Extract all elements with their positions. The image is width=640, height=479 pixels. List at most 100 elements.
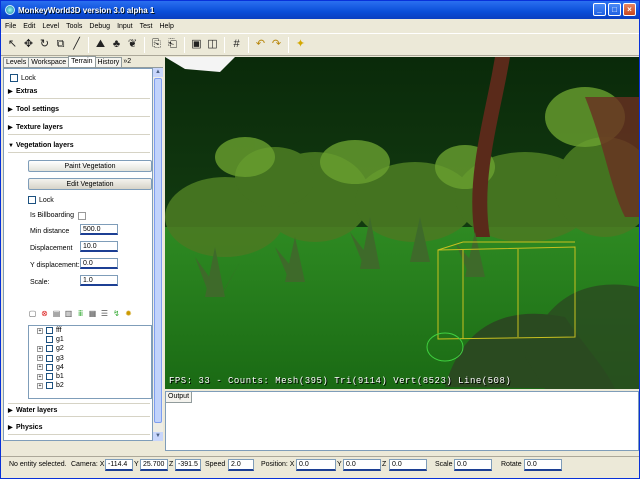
tree-item-checkbox[interactable] [46,354,53,362]
minimize-button[interactable]: _ [593,3,606,16]
section-vegetation-layers-label: Vegetation layers [16,142,74,149]
tab-output[interactable]: Output [166,392,192,403]
vegetation-icon[interactable]: ❦ [125,37,140,52]
tree-item[interactable]: + g3 [29,354,151,363]
tab-overflow[interactable]: »2 [121,57,133,67]
grid-icon[interactable]: # [229,37,244,52]
section-extras[interactable]: ▶ Extras [8,85,150,99]
title-bar[interactable]: MonkeyWorld3D version 3.0 alpha 1 _ □ × [1,1,639,19]
light-icon[interactable]: ✹ [124,309,133,318]
section-tool-settings[interactable]: ▶ Tool settings [8,103,150,117]
tree-item[interactable]: + b1 [29,372,151,381]
tree-item-checkbox[interactable] [46,327,53,335]
view-alt-icon[interactable]: ◫ [205,37,220,52]
select-icon[interactable]: ↖ [5,37,20,52]
scale-input[interactable]: 1.0 [80,275,118,286]
tree-item-checkbox[interactable] [46,382,53,390]
tab-terrain[interactable]: Terrain [68,56,96,67]
tree-item-checkbox[interactable] [46,373,53,381]
expand-icon[interactable]: + [37,345,43,352]
tab-workspace[interactable]: Workspace [28,57,70,67]
tree-item[interactable]: + fff [29,326,151,335]
section-texture-layers[interactable]: ▶ Texture layers [8,121,150,135]
vegetation-lock-checkbox[interactable] [28,196,36,204]
menu-input[interactable]: Input [117,23,133,30]
rotate-icon[interactable]: ↻ [37,37,52,52]
rotate-field[interactable]: 0.0 [524,459,562,471]
tree-icon[interactable]: ♣ [109,37,124,52]
y-displacement-input[interactable]: 0.0 [80,258,118,269]
edit-vegetation-button[interactable]: Edit Vegetation [28,178,152,190]
terrain-panel: Lock ▶ Extras ▶ Tool settings ▶ Texture lay… [3,68,153,441]
move-icon[interactable]: ✥ [21,37,36,52]
lock-checkbox[interactable] [10,74,18,82]
camera-y-field[interactable]: 25.700 [140,459,168,471]
scale-field[interactable]: 0.0 [454,459,492,471]
menu-debug[interactable]: Debug [89,23,110,30]
billboarding-checkbox[interactable] [78,212,86,220]
scroll-down-icon[interactable]: ▼ [153,432,163,441]
3d-viewport[interactable]: FPS: 33 - Counts: Mesh(395) Tri(9114) Ve… [165,57,639,389]
scrollbar-thumb[interactable] [154,78,162,423]
refresh-icon[interactable]: ↯ [112,309,121,318]
section-water-layers[interactable]: ▶ Water layers [8,403,150,417]
camera-x-field[interactable]: -114.4 [105,459,133,471]
speed-field[interactable]: 2.0 [228,459,254,471]
paint-vegetation-button[interactable]: Paint Vegetation [28,160,152,172]
tree-item[interactable]: + b2 [29,381,151,390]
scroll-up-icon[interactable]: ▲ [153,68,163,77]
tree-item[interactable]: + g2 [29,344,151,353]
tab-levels[interactable]: Levels [3,57,30,67]
tree-item-label: g3 [56,354,64,362]
tree-item-checkbox[interactable] [46,336,53,344]
panel-vertical-scrollbar[interactable]: ▲ ▼ [153,68,163,441]
pen-icon[interactable]: ╱ [69,37,84,52]
tree-item-checkbox[interactable] [46,345,53,353]
export-icon[interactable]: ▥ [64,309,73,318]
position-y-label: Y [337,461,342,468]
import-icon[interactable]: ▤ [52,309,61,318]
paste-icon[interactable]: ⎗ [165,37,180,52]
expand-icon[interactable]: + [37,382,43,389]
tree-item-checkbox[interactable] [46,363,53,371]
position-z-field[interactable]: 0.0 [389,459,427,471]
position-z-label: Z [382,461,387,468]
menu-help[interactable]: Help [159,23,173,30]
scale-icon[interactable]: ⧉ [53,37,68,52]
close-button[interactable]: × [623,3,636,16]
maximize-button[interactable]: □ [608,3,621,16]
expand-icon[interactable]: + [37,373,43,380]
expand-icon[interactable]: + [37,327,43,334]
menu-tools[interactable]: Tools [66,23,82,30]
menu-test[interactable]: Test [140,23,153,30]
menu-file[interactable]: File [5,23,16,30]
view-icon[interactable]: ▣ [189,37,204,52]
terrain-paint-icon[interactable]: ⛰ [93,37,108,52]
grass-icon[interactable]: ⅲ [76,309,85,318]
undo-icon[interactable]: ↶ [253,37,268,52]
camera-z-field[interactable]: -391.5 [175,459,201,471]
new-layer-icon[interactable]: ▢ [28,309,37,318]
delete-layer-icon[interactable]: ⊗ [40,309,49,318]
menu-edit[interactable]: Edit [23,23,35,30]
section-vegetation-layers[interactable]: ▼ Vegetation layers [8,139,150,153]
min-distance-input[interactable]: 500.0 [80,224,118,235]
redo-icon[interactable]: ↷ [269,37,284,52]
expand-icon[interactable]: + [37,364,43,371]
tree-item[interactable]: g1 [29,335,151,344]
list-icon[interactable]: ☰ [100,309,109,318]
section-physics[interactable]: ▶ Physics [8,421,150,435]
copy-icon[interactable]: ⎘ [149,37,164,52]
status-message: No entity selected. [9,461,67,468]
menu-level[interactable]: Level [42,23,59,30]
tab-history[interactable]: History [94,57,123,67]
position-y-field[interactable]: 0.0 [343,459,381,471]
displacement-input[interactable]: 10.0 [80,241,118,252]
position-x-field[interactable]: 0.0 [296,459,336,471]
settings-icon[interactable]: ▦ [88,309,97,318]
expand-icon[interactable]: + [37,355,43,362]
tree-item-label: g1 [56,336,64,344]
vegetation-tree: + fff g1 + g2 + g3 + g4 + b1 + b2 [28,325,152,399]
tree-item[interactable]: + g4 [29,363,151,372]
light-icon[interactable]: ✦ [293,37,308,52]
